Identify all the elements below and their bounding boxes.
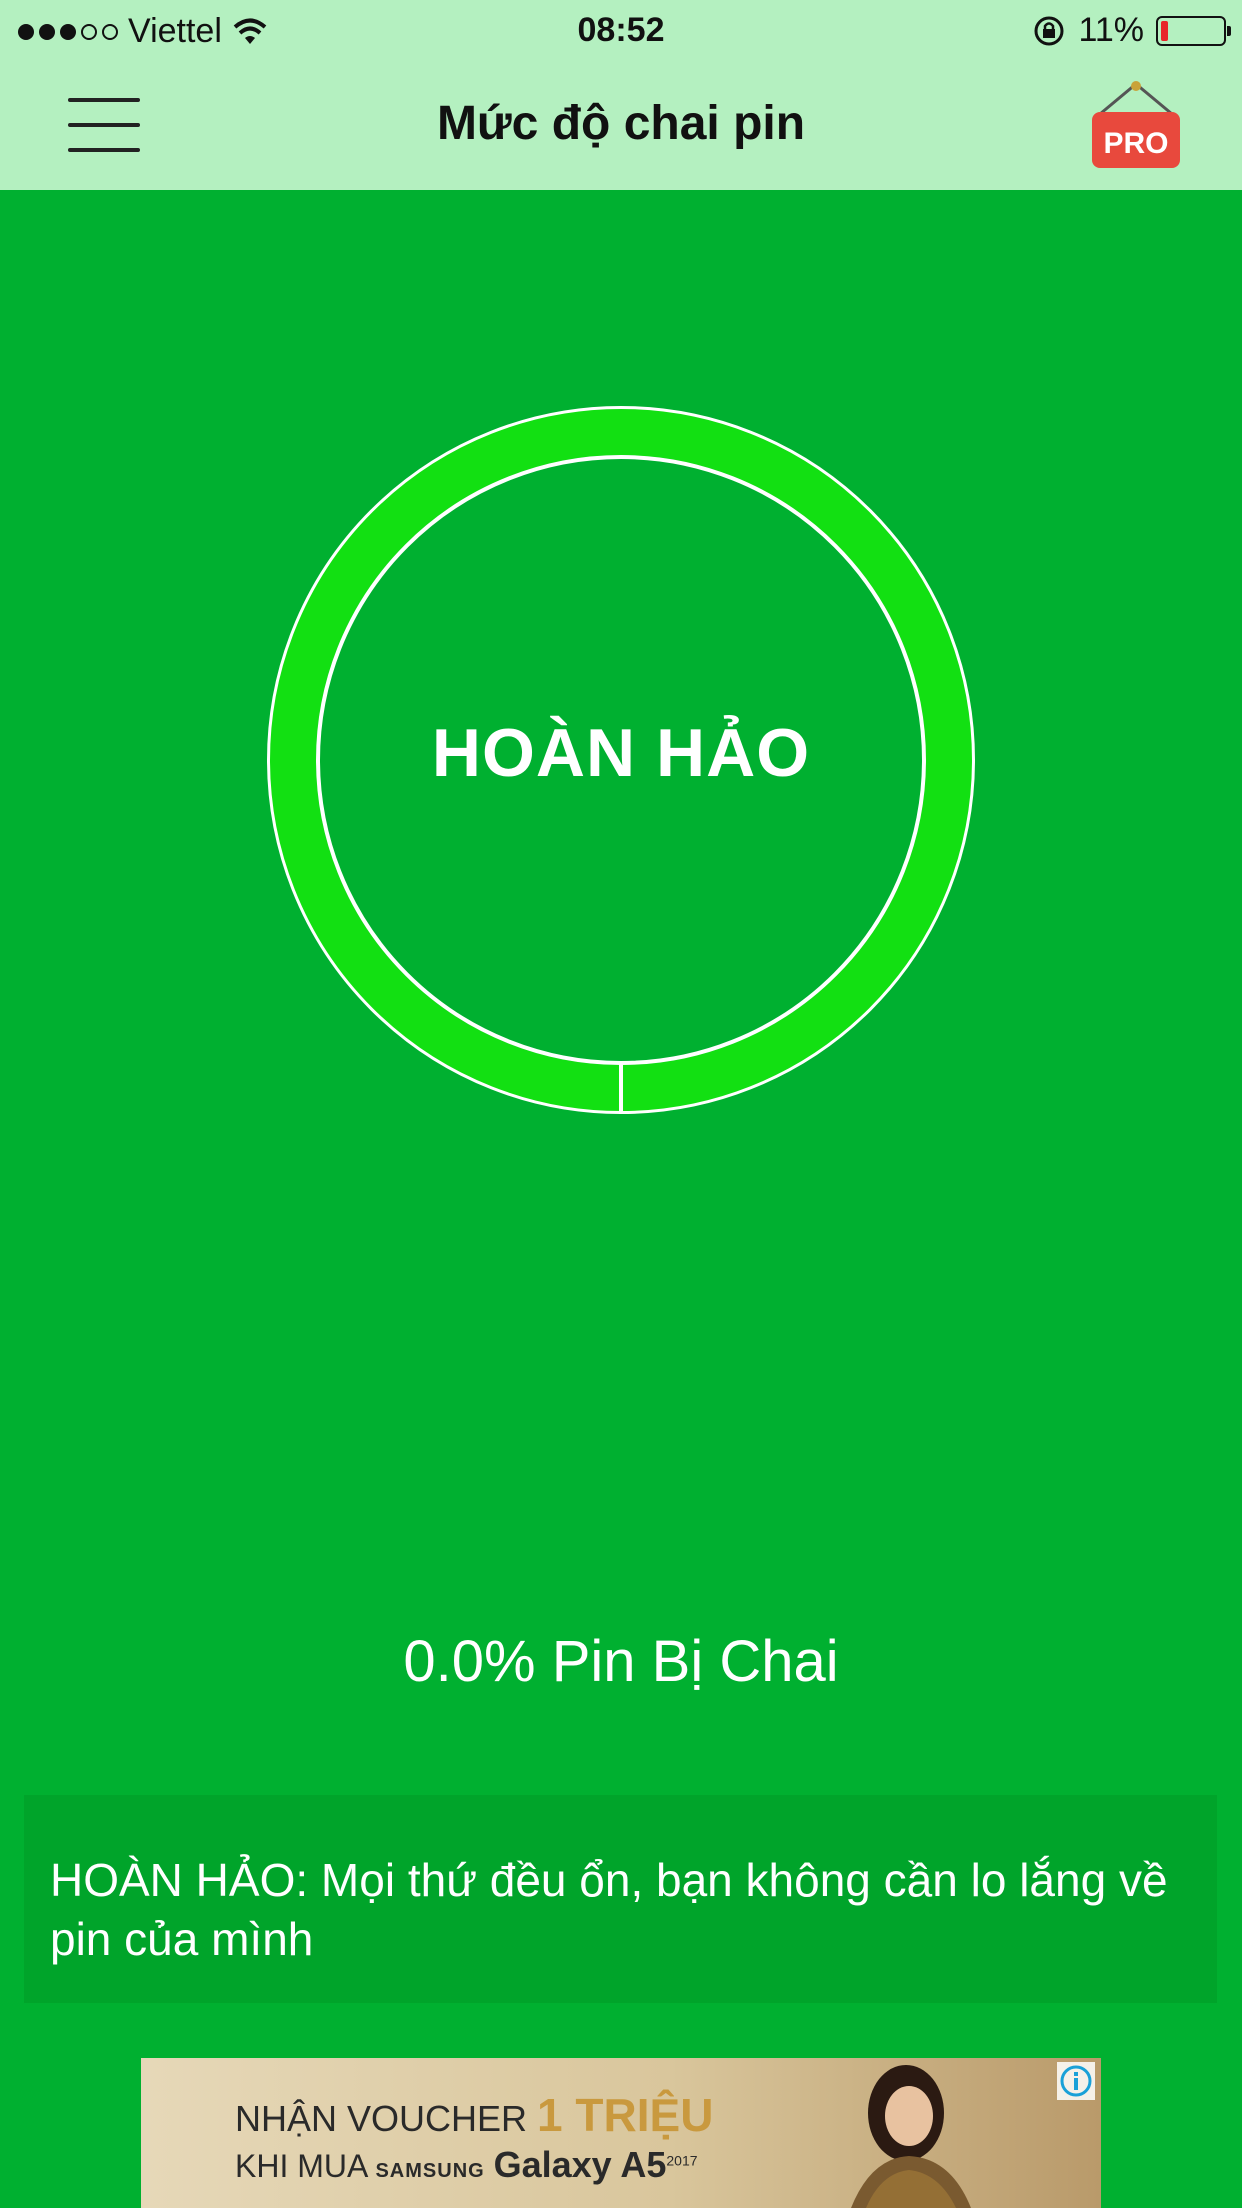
ad-model: Galaxy A5	[493, 2144, 667, 2185]
gauge-status-label: HOÀN HẢO	[431, 715, 811, 791]
pro-label: PRO	[1103, 127, 1168, 160]
nav-bar: Mức độ chai pin PRO	[0, 62, 1242, 190]
ad-info-icon[interactable]	[1057, 2062, 1095, 2100]
status-description-text: HOÀN HẢO: Mọi thứ đều ổn, bạn không cần …	[50, 1854, 1168, 1965]
battery-wear-gauge: HOÀN HẢO	[265, 404, 977, 1116]
ad-headline: NHẬN VOUCHER 1 TRIỆU	[235, 2089, 714, 2141]
battery-icon	[1156, 15, 1231, 46]
battery-wear-percentage: 0.0% Pin Bị Chai	[403, 1629, 839, 1694]
battery-percent: 11%	[1078, 11, 1144, 49]
status-bar: Viettel 08:52 11%	[0, 0, 1242, 62]
ad-model-year: 2017	[666, 2152, 698, 2169]
status-description-box: HOÀN HẢO: Mọi thứ đều ổn, bạn không cần …	[24, 1795, 1217, 2003]
ad-model-photo	[851, 2065, 971, 2208]
ad-banner[interactable]: NHẬN VOUCHER 1 TRIỆU KHI MUA SAMSUNG Gal…	[141, 2058, 1101, 2208]
page-title: Mức độ chai pin	[436, 97, 806, 150]
pro-upgrade-button[interactable]: PRO	[1088, 80, 1184, 176]
orientation-lock-icon	[1034, 16, 1064, 45]
ad-highlight: 1 TRIỆU	[537, 2089, 714, 2141]
status-right: 11%	[1032, 11, 1231, 50]
battery-level	[1161, 20, 1168, 41]
ad-subline: KHI MUA SAMSUNG Galaxy A52017	[235, 2144, 698, 2185]
ad-brand: SAMSUNG	[375, 2160, 485, 2182]
